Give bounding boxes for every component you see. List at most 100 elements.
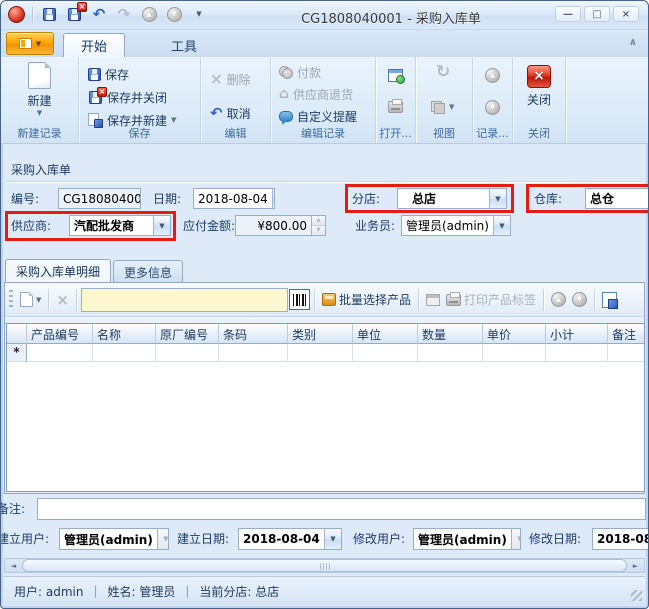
grid-cell[interactable]	[418, 344, 483, 362]
save-and-close-button[interactable]: × 保存并关闭	[88, 87, 167, 107]
amount-field[interactable]: ¥800.00 ▲ ▼	[235, 215, 326, 236]
layout-button[interactable]: ▼	[431, 97, 454, 117]
print-button[interactable]	[388, 97, 403, 117]
column-header[interactable]: 数量	[418, 324, 483, 344]
new-button[interactable]: 新建 ▼	[1, 62, 78, 117]
delete-button[interactable]: × 删除	[210, 69, 251, 89]
column-header[interactable]: 单位	[353, 324, 418, 344]
chevron-down-icon: ▼	[36, 296, 41, 304]
grid-cell[interactable]	[483, 344, 546, 362]
spin-down-icon[interactable]: ▼	[312, 225, 325, 235]
refresh-button[interactable]: ↻	[436, 62, 450, 82]
ribbon-collapse-icon[interactable]: ∧	[629, 37, 637, 48]
amount-spinner[interactable]: ▲ ▼	[311, 216, 325, 235]
branch-field[interactable]: 总店 ▼	[397, 188, 507, 209]
prev-record-button[interactable]: ▲	[485, 65, 500, 85]
open-related-button[interactable]	[388, 65, 403, 85]
scroll-right-button[interactable]: ►	[628, 559, 643, 572]
grid-cell[interactable]	[156, 344, 219, 362]
date-field[interactable]: 2018-08-04 ▼	[193, 188, 275, 209]
column-header[interactable]: 名称	[93, 324, 156, 344]
number-field[interactable]: CG1808040001	[58, 188, 141, 209]
grid-header-row: 产品编号 名称 原厂编号 条码 类别 单位 数量 单价 小计 备注	[7, 324, 644, 344]
column-header[interactable]: 条码	[219, 324, 288, 344]
label-form-button[interactable]	[423, 292, 443, 308]
chevron-down-icon[interactable]: ▼	[157, 529, 169, 549]
print-product-labels-button[interactable]: 打印产品标签	[443, 289, 539, 310]
printer-icon	[388, 101, 403, 113]
chevron-down-icon[interactable]: ▼	[489, 189, 506, 208]
modified-date-value: 2018-08-0	[593, 532, 649, 546]
minimize-button[interactable]: —	[555, 6, 581, 22]
move-line-up-button[interactable]: ▲	[548, 290, 569, 309]
tab-detail-lines[interactable]: 采购入库单明细	[5, 259, 111, 283]
salesman-field[interactable]: 管理员(admin) ▼	[401, 215, 511, 236]
resize-grip[interactable]	[631, 590, 642, 601]
divider	[7, 181, 642, 182]
column-header[interactable]: 备注	[608, 324, 644, 344]
grid-cell[interactable]	[546, 344, 608, 362]
grid-cell[interactable]	[219, 344, 288, 362]
grid-cell[interactable]	[608, 344, 644, 362]
warehouse-field[interactable]: 总仓	[585, 188, 649, 209]
toolbar-grip[interactable]	[9, 290, 13, 310]
chevron-down-icon[interactable]: ▼	[493, 216, 510, 235]
down-circle-icon: ▼	[572, 292, 587, 307]
payment-button[interactable]: 付款	[279, 62, 321, 82]
column-header[interactable]: 小计	[546, 324, 608, 344]
remove-line-button[interactable]: ×	[53, 289, 72, 311]
cancel-button[interactable]: ↶ 取消	[210, 103, 251, 123]
tab-more-info[interactable]: 更多信息	[113, 260, 183, 283]
maximize-button[interactable]: □	[584, 6, 610, 22]
qat-save-button[interactable]	[40, 5, 58, 23]
grid-cell[interactable]	[288, 344, 353, 362]
supplier-field[interactable]: 汽配批发商 ▼	[69, 215, 171, 236]
remark-input[interactable]	[37, 498, 646, 520]
grid-cell[interactable]	[27, 344, 93, 362]
horizontal-scrollbar[interactable]: ◄ ►	[4, 558, 645, 573]
column-header[interactable]: 单价	[483, 324, 546, 344]
print-labels-label: 打印产品标签	[464, 291, 536, 308]
supplier-return-button[interactable]: ⌂ 供应商退货	[279, 84, 353, 104]
batch-select-products-button[interactable]: 批量选择产品	[319, 289, 414, 310]
chevron-down-icon[interactable]: ▼	[153, 216, 170, 235]
chevron-down-icon[interactable]: ▼	[511, 529, 521, 549]
house-icon: ⌂	[279, 88, 289, 101]
application-menu-button[interactable]: ▼	[6, 32, 54, 55]
close-form-button[interactable]: × 关闭	[513, 65, 565, 108]
column-header[interactable]: 类别	[288, 324, 353, 344]
qat-redo-button[interactable]: ↷	[115, 5, 133, 23]
spin-up-icon[interactable]: ▲	[312, 216, 325, 225]
close-button[interactable]: ×	[613, 6, 639, 22]
qat-undo-button[interactable]: ↶	[90, 5, 108, 23]
chevron-down-icon[interactable]: ▼	[324, 529, 341, 549]
grid-new-row[interactable]: *	[7, 344, 644, 362]
created-date-field[interactable]: 2018-08-04 ▼	[238, 528, 342, 550]
qat-save-close-button[interactable]: ×	[65, 5, 83, 23]
scrollbar-thumb[interactable]	[22, 559, 627, 572]
chevron-down-icon[interactable]: ▼	[272, 189, 275, 208]
export-button[interactable]	[599, 290, 620, 310]
modified-user-value: 管理员(admin)	[414, 531, 511, 548]
grid-cell[interactable]	[93, 344, 156, 362]
down-circle-icon: ▼	[485, 100, 500, 115]
next-record-button[interactable]: ▼	[485, 97, 500, 117]
qat-prev-record-button[interactable]: ▲	[140, 5, 158, 23]
custom-reminder-button[interactable]: 自定义提醒	[279, 106, 357, 126]
barcode-button[interactable]	[289, 289, 310, 310]
grid-cell[interactable]	[353, 344, 418, 362]
app-logo-icon[interactable]	[8, 6, 25, 23]
barcode-scan-input[interactable]	[81, 288, 288, 312]
modified-user-label: 修改用户:	[353, 529, 405, 550]
tab-tools[interactable]: 工具	[154, 33, 214, 57]
add-line-button[interactable]: ▼	[17, 290, 44, 309]
move-line-down-button[interactable]: ▼	[569, 290, 590, 309]
modified-date-field[interactable]: 2018-08-0	[592, 528, 649, 550]
column-header[interactable]: 产品编号	[27, 324, 93, 344]
tab-home[interactable]: 开始	[63, 33, 125, 57]
column-header[interactable]: 原厂编号	[156, 324, 219, 344]
created-user-field[interactable]: 管理员(admin) ▼	[59, 528, 169, 550]
save-button[interactable]: 保存	[88, 64, 129, 84]
scroll-left-button[interactable]: ◄	[6, 559, 21, 572]
modified-user-field[interactable]: 管理员(admin) ▼	[413, 528, 521, 550]
